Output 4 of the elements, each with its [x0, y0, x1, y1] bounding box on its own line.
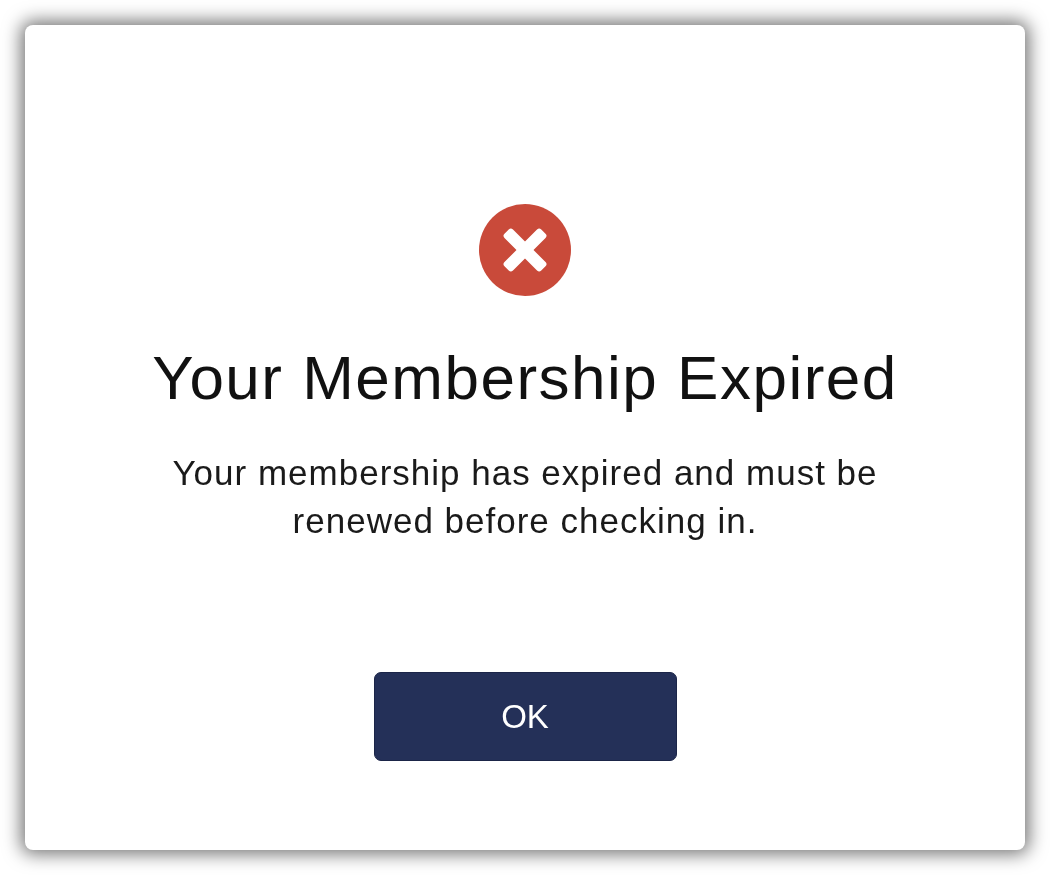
dialog-message: Your membership has expired and must be renewed before checking in. — [171, 452, 879, 542]
error-icon — [479, 204, 571, 296]
dialog-title: Your Membership Expired — [152, 343, 898, 413]
ok-button[interactable]: OK — [373, 672, 677, 761]
